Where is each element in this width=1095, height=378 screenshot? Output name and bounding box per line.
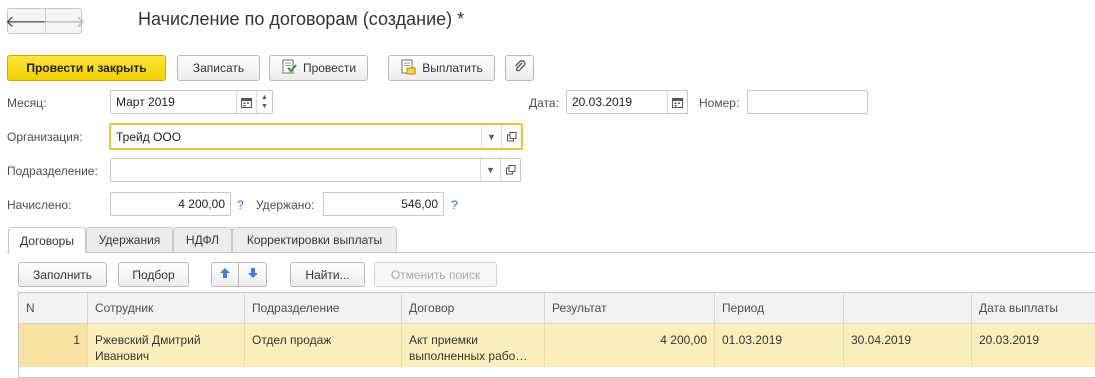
row-period-start: 01.03.2019 [714, 324, 843, 367]
row-payment-date: 20.03.2019 [971, 324, 1095, 367]
calendar-icon[interactable] [236, 91, 256, 113]
month-value: Март 2019 [116, 95, 175, 109]
row-result: 4 200,00 [544, 324, 714, 367]
month-field[interactable]: Март 2019 ▲ ▼ [110, 90, 273, 114]
number-label: Номер: [699, 96, 740, 110]
back-arrow-icon[interactable]: 🡐 [5, 9, 48, 33]
post-and-close-button[interactable]: Провести и закрыть [7, 55, 166, 81]
forward-arrow-icon: 🡒 [43, 9, 85, 33]
column-header-period-end[interactable] [843, 293, 971, 323]
column-header-employee[interactable]: Сотрудник [87, 293, 244, 323]
page-title: Начисление по договорам (создание) * [138, 9, 465, 29]
tab-contracts[interactable]: Договоры [8, 227, 86, 254]
withheld-label: Удержано: [256, 198, 315, 212]
accrued-help-icon[interactable]: ? [237, 198, 244, 212]
fill-button[interactable]: Заполнить [18, 262, 107, 287]
paperclip-icon [513, 59, 527, 77]
withheld-value: 546,00 [401, 197, 438, 211]
tab-deductions[interactable]: Удержания [86, 227, 173, 253]
accrued-field: 4 200,00 [110, 192, 231, 216]
department-field[interactable]: ▼ [110, 158, 521, 182]
select-button[interactable]: Подбор [118, 262, 189, 287]
withheld-field: 546,00 [323, 192, 444, 216]
stepper-up-icon[interactable]: ▲ [261, 93, 268, 102]
month-label: Месяц: [7, 96, 47, 110]
date-field[interactable]: 20.03.2019 [566, 90, 688, 114]
organization-field[interactable]: Трейд ООО ▼ [109, 123, 523, 150]
number-field[interactable] [747, 90, 868, 114]
column-header-contract[interactable]: Договор [401, 293, 544, 323]
department-label: Подразделение: [7, 164, 98, 178]
chevron-down-icon[interactable]: ▼ [481, 125, 501, 148]
month-stepper[interactable]: ▲ ▼ [256, 91, 272, 113]
save-button[interactable]: Записать [177, 55, 260, 81]
pay-document-icon [400, 59, 416, 78]
pay-button-label: Выплатить [422, 61, 483, 75]
tab-payment-adjustments[interactable]: Корректировки выплаты [232, 227, 397, 253]
open-form-icon[interactable] [500, 159, 520, 181]
withheld-help-icon[interactable]: ? [451, 198, 458, 212]
post-button-label: Провести [302, 61, 357, 75]
accrued-value: 4 200,00 [178, 197, 225, 211]
calendar-icon[interactable] [667, 91, 687, 113]
chevron-down-icon[interactable]: ▼ [480, 159, 500, 181]
table-row[interactable]: 1 Ржевский Дмитрий Иванович Отдел продаж… [19, 324, 1095, 367]
move-up-button[interactable] [211, 262, 239, 287]
row-contract: Акт приемки выполненных рабо… [401, 324, 544, 367]
date-label: Дата: [529, 96, 559, 110]
cancel-search-button: Отменить поиск [374, 262, 497, 287]
attach-file-button[interactable] [505, 55, 534, 81]
post-button[interactable]: Провести [269, 55, 368, 81]
column-header-payment-date[interactable]: Дата выплаты [971, 293, 1095, 323]
column-header-result[interactable]: Результат [544, 293, 714, 323]
row-number: 1 [19, 324, 87, 367]
accrued-label: Начислено: [7, 198, 72, 212]
date-value: 20.03.2019 [572, 95, 633, 109]
arrow-up-icon [219, 267, 231, 282]
row-employee: Ржевский Дмитрий Иванович [87, 324, 244, 367]
row-period-end: 30.04.2019 [843, 324, 971, 367]
navigation-buttons: 🡐 🡒 [5, 8, 85, 34]
post-document-icon [281, 59, 297, 78]
find-button[interactable]: Найти... [290, 262, 365, 287]
column-header-period[interactable]: Период [714, 293, 843, 323]
organization-label: Организация: [7, 130, 83, 144]
stepper-down-icon[interactable]: ▼ [261, 102, 268, 111]
move-down-button[interactable] [239, 262, 267, 287]
arrow-down-icon [247, 267, 259, 282]
row-department: Отдел продаж [244, 324, 401, 367]
pay-button[interactable]: Выплатить [388, 55, 495, 81]
tab-personal-income-tax[interactable]: НДФЛ [173, 227, 232, 253]
column-header-number[interactable]: N [19, 293, 87, 323]
column-header-department[interactable]: Подразделение [244, 293, 401, 323]
contracts-table: N Сотрудник Подразделение Договор Резуль… [18, 292, 1095, 378]
table-header: N Сотрудник Подразделение Договор Резуль… [19, 293, 1095, 324]
open-form-icon[interactable] [501, 125, 521, 148]
organization-value: Трейд ООО [116, 129, 182, 144]
